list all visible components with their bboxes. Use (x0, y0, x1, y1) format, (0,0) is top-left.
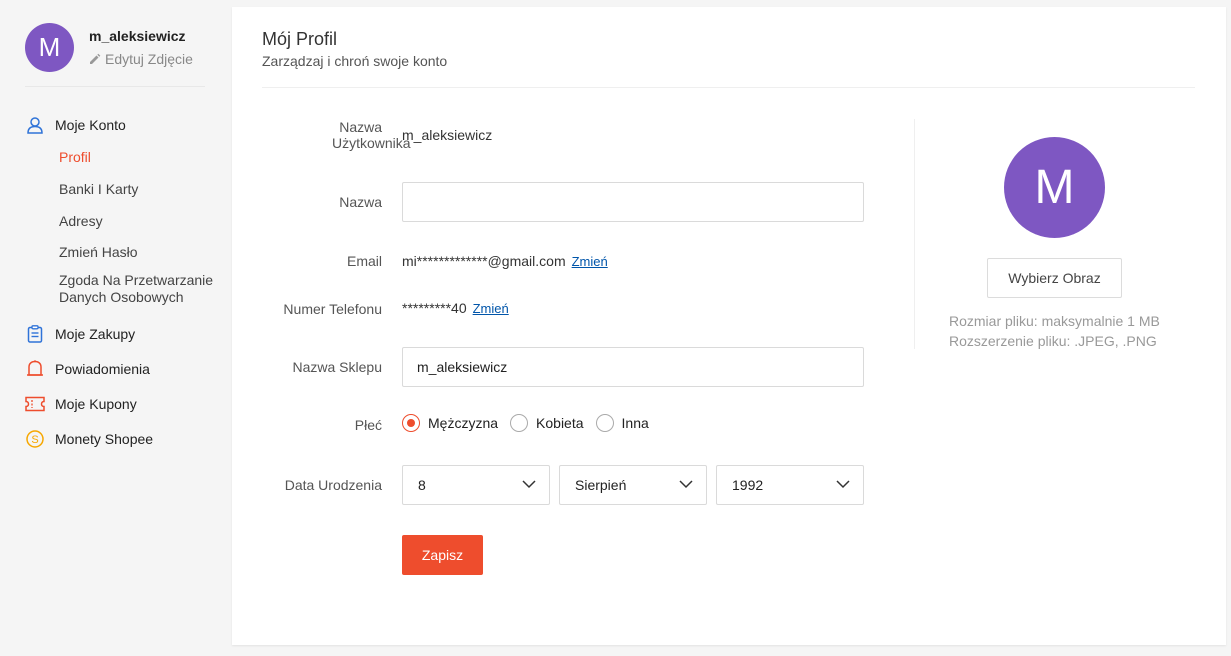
change-phone-link[interactable]: Zmień (473, 301, 509, 316)
page-title: Mój Profil (262, 29, 338, 49)
username-value: m_aleksiewicz (402, 127, 493, 143)
radio-circle (510, 414, 529, 432)
sidebar-nav: Moje Konto Profil Banki I Karty Adresy Z… (25, 112, 225, 452)
edit-photo-link[interactable]: Edytuj Zdjęcie (89, 51, 193, 67)
file-extension-note: Rozszerzenie pliku: .JPEG, .PNG (949, 333, 1157, 349)
chevron-down-icon (679, 480, 693, 489)
avatar[interactable]: M (25, 23, 74, 72)
gender-radio-male[interactable]: Mężczyzna (402, 414, 498, 432)
gender-radio-other[interactable]: Inna (595, 414, 649, 432)
vertical-divider (914, 119, 915, 349)
sidebar-item-purchases[interactable]: Moje Zakupy (25, 321, 225, 347)
birthdate-label: Data Urodzenia (284, 477, 382, 493)
subnav-item-banks-cards[interactable]: Banki I Karty (59, 177, 225, 201)
username-label: Nazwa Użytkownika (332, 119, 411, 151)
birth-month-value: Sierpień (575, 477, 627, 493)
sidebar-item-label: Moje Zakupy (55, 326, 136, 342)
sidebar-username: m_aleksiewicz (89, 28, 186, 44)
subnav-item-change-password[interactable]: Zmień Hasło (59, 240, 225, 264)
birth-year-select[interactable]: 1992 (716, 465, 864, 505)
ticket-icon (25, 394, 45, 414)
user-icon (25, 115, 45, 135)
radio-label: Inna (621, 415, 649, 431)
sidebar-item-label: Moje Kupony (55, 396, 137, 412)
shop-name-input[interactable]: m_aleksiewicz (402, 347, 864, 387)
phone-row: *********40 Zmień (402, 300, 509, 316)
sidebar-item-label: Moje Konto (55, 117, 126, 133)
radio-circle (595, 414, 614, 432)
subnav-item-addresses[interactable]: Adresy (59, 209, 225, 233)
sidebar-item-coupons[interactable]: Moje Kupony (25, 391, 225, 417)
change-email-link[interactable]: Zmień (572, 254, 608, 269)
radio-circle (402, 414, 420, 432)
bell-icon (25, 359, 45, 379)
sidebar-item-notifications[interactable]: Powiadomienia (25, 356, 225, 382)
subnav-item-data-consent[interactable]: Zgoda Na Przetwarzanie Danych Osobowych (59, 272, 219, 306)
choose-image-button[interactable]: Wybierz Obraz (987, 258, 1122, 298)
gender-radio-female[interactable]: Kobieta (510, 414, 584, 432)
svg-text:S: S (31, 434, 38, 446)
email-label: Email (346, 253, 382, 269)
sidebar-item-coins[interactable]: S Monety Shopee (25, 426, 225, 452)
birth-day-select[interactable]: 8 (402, 465, 550, 505)
save-button[interactable]: Zapisz (402, 535, 483, 575)
sidebar-item-label: Monety Shopee (55, 431, 154, 447)
radio-label: Mężczyzna (428, 415, 499, 431)
profile-panel: Mój Profil Zarządzaj i chroń swoje konto… (232, 7, 1226, 645)
coin-icon: S (25, 429, 45, 449)
pencil-icon (90, 53, 101, 64)
subnav-item-profile[interactable]: Profil (59, 145, 225, 169)
email-value: mi*************@gmail.com (402, 253, 566, 269)
profile-header: Mój Profil Zarządzaj i chroń swoje konto (262, 7, 1195, 88)
email-row: mi*************@gmail.com Zmień (402, 253, 608, 269)
birth-month-select[interactable]: Sierpień (559, 465, 707, 505)
gender-label: Płeć (354, 417, 382, 433)
account-subnav: Profil Banki I Karty Adresy Zmień Hasło … (59, 145, 225, 306)
chevron-down-icon (522, 480, 536, 489)
phone-label: Numer Telefonu (283, 301, 382, 317)
name-input[interactable] (402, 182, 864, 222)
sidebar: M m_aleksiewicz Edytuj Zdjęcie Moje Kont… (0, 0, 232, 656)
gender-radio-group: Mężczyzna Kobieta Inna (402, 414, 661, 432)
file-size-note: Rozmiar pliku: maksymalnie 1 MB (949, 313, 1160, 329)
clipboard-icon (25, 324, 45, 344)
profile-avatar: M (1004, 137, 1105, 238)
phone-value: *********40 (402, 300, 467, 316)
shop-name-label: Nazwa Sklepu (292, 359, 383, 375)
name-label: Nazwa (339, 194, 382, 210)
page-subtitle: Zarządzaj i chroń swoje konto (262, 53, 448, 69)
sidebar-item-label: Powiadomienia (55, 361, 150, 377)
birth-year-value: 1992 (732, 477, 764, 493)
user-card: M m_aleksiewicz Edytuj Zdjęcie (25, 23, 205, 87)
sidebar-item-my-account[interactable]: Moje Konto (25, 112, 225, 138)
radio-label: Kobieta (536, 415, 584, 431)
edit-photo-label: Edytuj Zdjęcie (105, 51, 193, 67)
chevron-down-icon (836, 480, 850, 489)
birth-day-value: 8 (418, 477, 426, 493)
